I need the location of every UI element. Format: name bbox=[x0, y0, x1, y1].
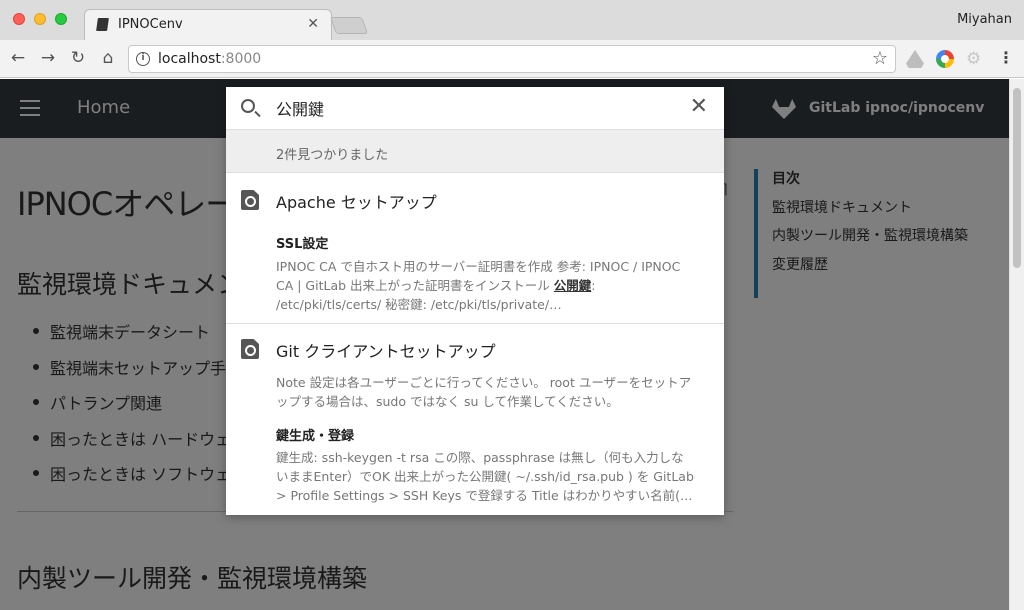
gear-extension-icon[interactable]: ⚙ bbox=[966, 49, 981, 69]
drive-extension-icon[interactable] bbox=[906, 50, 924, 68]
result-title[interactable]: Apache セットアップ bbox=[276, 189, 437, 213]
back-icon[interactable]: ← bbox=[8, 48, 28, 68]
close-icon[interactable]: ✕ bbox=[690, 96, 708, 118]
color-extension-icon[interactable] bbox=[936, 50, 954, 68]
search-bar: ✕ bbox=[226, 87, 724, 130]
new-tab-button[interactable] bbox=[329, 17, 369, 34]
snippet-match: 公開鍵 bbox=[553, 278, 592, 293]
info-icon[interactable]: i bbox=[136, 52, 150, 66]
result-title[interactable]: Git クライアントセットアップ bbox=[276, 338, 496, 362]
bookmark-star-icon[interactable]: ☆ bbox=[872, 48, 888, 69]
result-count: 2件見つかりました bbox=[276, 148, 389, 163]
browser-tab[interactable]: IPNOCenv ✕ bbox=[84, 9, 332, 40]
profile-name[interactable]: Miyahan bbox=[957, 12, 1012, 27]
search-input[interactable] bbox=[276, 98, 656, 117]
page-scrollbar[interactable] bbox=[1009, 79, 1024, 610]
home-icon[interactable]: ⌂ bbox=[98, 48, 118, 68]
zoom-window-button[interactable] bbox=[55, 13, 67, 25]
scrollbar-thumb[interactable] bbox=[1013, 88, 1021, 268]
document-search-icon bbox=[241, 190, 259, 210]
snippet-text: IPNOC CA で自ホスト用のサーバー証明書を作成 参考: IPNOC / I… bbox=[276, 259, 681, 293]
result-section-heading[interactable]: 鍵生成・登録 bbox=[276, 425, 354, 444]
url-text: localhost:8000 bbox=[158, 51, 261, 67]
result-snippet: IPNOC CA で自ホスト用のサーバー証明書を作成 参考: IPNOC / I… bbox=[276, 257, 696, 314]
search-result[interactable]: Apache セットアップ SSL設定 IPNOC CA で自ホスト用のサーバー… bbox=[226, 173, 724, 323]
reload-icon[interactable]: ↻ bbox=[68, 48, 88, 68]
search-modal: ✕ 2件見つかりました Apache セットアップ SSL設定 IPNOC CA… bbox=[226, 87, 724, 515]
tab-title: IPNOCenv bbox=[118, 17, 183, 32]
url-port: :8000 bbox=[220, 51, 262, 67]
minimize-window-button[interactable] bbox=[34, 13, 46, 25]
url-host: localhost bbox=[158, 51, 221, 67]
forward-icon[interactable]: → bbox=[38, 48, 58, 68]
search-result[interactable]: Git クライアントセットアップ Note 設定は各ユーザーごとに行ってください… bbox=[226, 324, 724, 515]
address-bar[interactable]: i localhost:8000 ☆ bbox=[128, 45, 896, 73]
tab-close-icon[interactable]: ✕ bbox=[307, 16, 319, 32]
result-intro: Note 設定は各ユーザーごとに行ってください。 root ユーザーをセットアッ… bbox=[276, 375, 692, 409]
browser-menu-icon[interactable]: ⋮ bbox=[998, 48, 1014, 67]
result-section-heading[interactable]: SSL設定 bbox=[276, 233, 328, 252]
search-icon bbox=[241, 99, 255, 113]
browser-toolbar: ← → ↻ ⌂ i localhost:8000 ☆ ⚙ ⋮ bbox=[0, 40, 1024, 78]
close-window-button[interactable] bbox=[13, 13, 25, 25]
window-titlebar: IPNOCenv ✕ Miyahan bbox=[0, 0, 1024, 40]
result-snippet: 鍵生成: ssh-keygen -t rsa この際、passphrase は無… bbox=[276, 450, 694, 503]
document-search-icon bbox=[241, 339, 259, 359]
book-icon bbox=[96, 18, 109, 31]
result-count-bar: 2件見つかりました bbox=[226, 130, 724, 173]
